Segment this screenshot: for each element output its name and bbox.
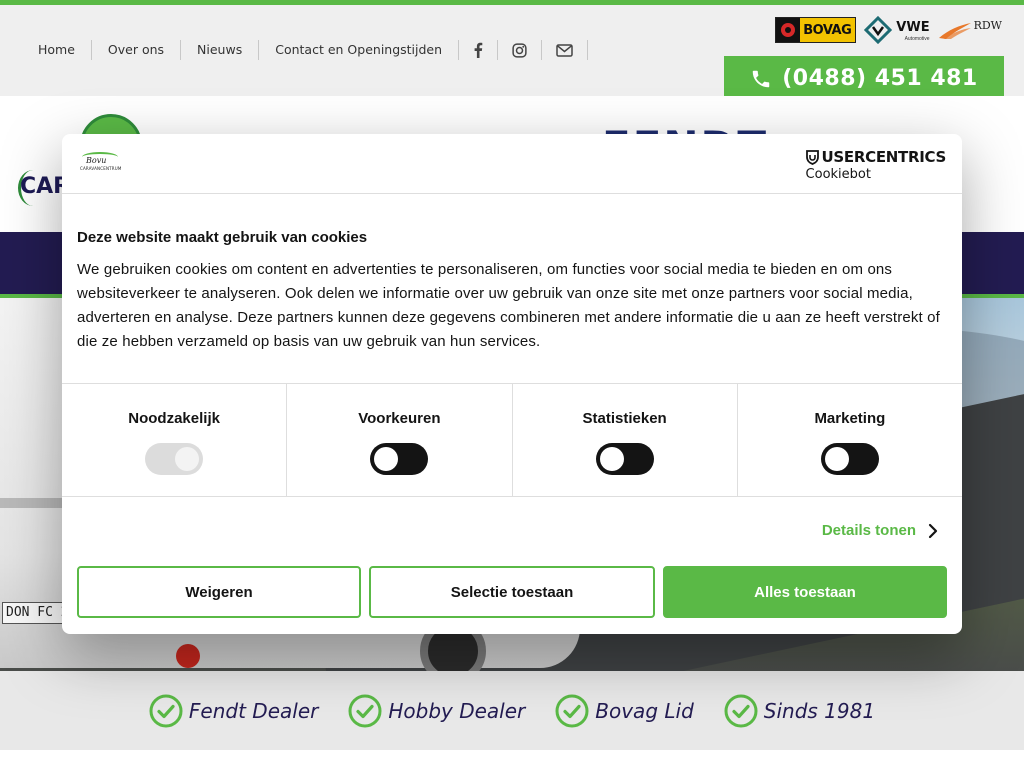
rdw-logo: RDW [938, 19, 1002, 40]
vwe-emblem-icon [864, 16, 893, 44]
usp-item: Fendt Dealer [149, 694, 318, 728]
bovag-emblem-icon [776, 18, 801, 42]
category-label: Voorkeuren [358, 410, 441, 427]
usp-item: Sinds 1981 [724, 694, 875, 728]
check-circle-icon [724, 694, 758, 727]
toggle-necessary [145, 443, 204, 475]
caravan-tail-light [176, 644, 200, 668]
category-label: Noodzakelijk [128, 410, 220, 427]
nav-nieuws[interactable]: Nieuws [181, 40, 260, 60]
mail-icon [556, 43, 573, 57]
deny-button[interactable]: Weigeren [77, 566, 361, 618]
phone-icon [752, 70, 770, 87]
show-details-link[interactable]: Details tonen [822, 522, 938, 539]
check-circle-icon [149, 694, 183, 727]
allow-selection-button[interactable]: Selectie toestaan [369, 566, 655, 618]
cookie-consent-dialog: Bovu CARAVANCENTRUM USERCENTRICS Cookieb… [62, 134, 962, 634]
nav-contact[interactable]: Contact en Openingstijden [259, 40, 460, 60]
category-marketing: Marketing [738, 384, 962, 496]
chevron-right-icon [928, 523, 938, 538]
instagram-link[interactable] [498, 40, 543, 60]
cookie-dialog-header: Bovu CARAVANCENTRUM USERCENTRICS Cookieb… [62, 134, 962, 194]
facebook-icon [474, 42, 483, 58]
check-circle-icon [348, 694, 382, 727]
usp-bar: Fendt Dealer Hobby Dealer Bovag Lid Sind… [0, 671, 1024, 750]
usercentrics-cookiebot-logo[interactable]: USERCENTRICS Cookiebot [805, 148, 947, 182]
bovag-logo: BOVAG [775, 17, 857, 43]
category-label: Marketing [814, 410, 886, 427]
category-label: Statistieken [582, 410, 667, 427]
partner-logos: BOVAG VWE Automotive RDW [775, 15, 1002, 45]
vwe-logo: VWE Automotive [864, 16, 930, 44]
toggle-marketing[interactable] [820, 443, 879, 475]
category-preferences: Voorkeuren [287, 384, 513, 496]
facebook-link[interactable] [459, 40, 499, 60]
cookie-categories: Noodzakelijk Voorkeuren Statistieken Mar… [62, 383, 962, 497]
usp-item: Bovag Lid [555, 694, 694, 728]
usercentrics-shield-icon [805, 149, 819, 165]
check-circle-icon [555, 694, 589, 727]
phone-number: (0488) 451 481 [782, 66, 978, 91]
rdw-swoosh-icon [938, 23, 971, 39]
category-necessary: Noodzakelijk [62, 384, 288, 496]
nav-over-ons[interactable]: Over ons [92, 40, 182, 60]
instagram-icon [512, 42, 527, 58]
cookie-dialog-site-logo: Bovu CARAVANCENTRUM [78, 152, 122, 176]
main-nav: Home Over ons Nieuws Contact en Openings… [22, 39, 589, 61]
top-bar: Home Over ons Nieuws Contact en Openings… [0, 5, 1024, 101]
toggle-preferences[interactable] [370, 443, 429, 475]
page-bottom [0, 750, 1024, 768]
category-statistics: Statistieken [513, 384, 738, 496]
allow-all-button[interactable]: Alles toestaan [663, 566, 947, 618]
usp-item: Hobby Dealer [348, 694, 525, 728]
toggle-statistics[interactable] [595, 443, 654, 475]
nav-home[interactable]: Home [22, 40, 92, 60]
mail-link[interactable] [542, 40, 589, 60]
phone-button[interactable]: (0488) 451 481 [724, 56, 1004, 101]
cookie-dialog-text: We gebruiken cookies om content en adver… [77, 261, 940, 350]
cookie-dialog-title: Deze website maakt gebruik van cookies [77, 229, 368, 246]
